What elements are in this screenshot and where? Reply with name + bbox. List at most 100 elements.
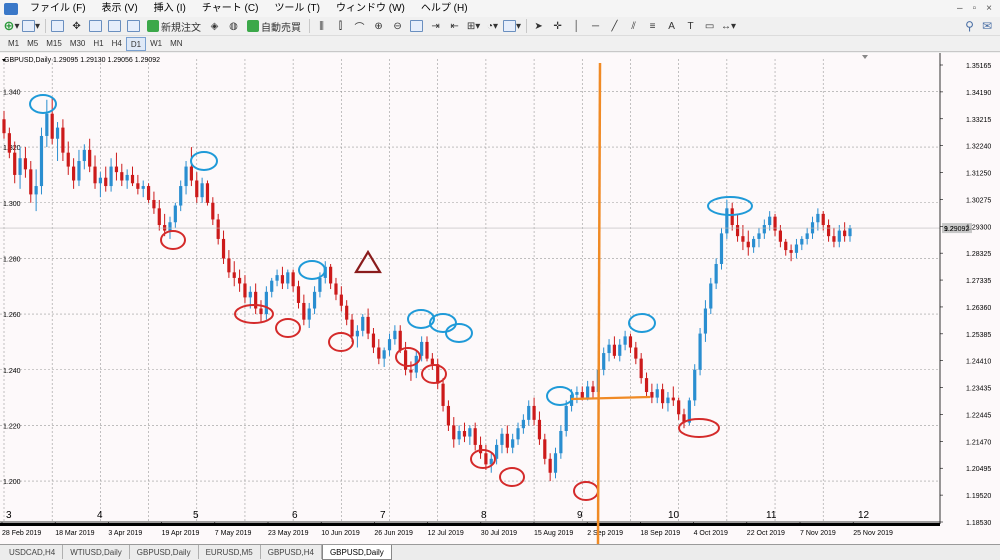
navigator-button[interactable]: ✥	[68, 18, 85, 35]
menu-file[interactable]: ファイル (F)	[22, 0, 94, 17]
line-chart-button[interactable]: ⌒	[351, 18, 368, 35]
candle-body	[334, 283, 338, 295]
wave-label: 12	[858, 510, 870, 521]
candle-body	[784, 241, 788, 251]
horizontal-line-button[interactable]: ─	[587, 18, 604, 35]
crosshair-button[interactable]: ✛	[549, 18, 566, 35]
market-watch-button[interactable]	[49, 18, 66, 35]
text-label-button[interactable]: T	[682, 18, 699, 35]
profiles-button[interactable]: ▾	[22, 18, 40, 35]
candle-body	[18, 158, 22, 175]
candle-body	[837, 230, 841, 242]
terminal-button[interactable]	[106, 18, 123, 35]
close-icon[interactable]: ×	[986, 3, 992, 14]
timeframe-w1[interactable]: W1	[146, 37, 166, 51]
candle-body	[307, 308, 311, 320]
menu-help[interactable]: ヘルプ (H)	[413, 0, 476, 17]
timeframe-h4[interactable]: H4	[108, 37, 126, 51]
minimize-icon[interactable]: –	[957, 3, 963, 14]
candle-body	[23, 158, 28, 170]
right-price-label: 1.18530	[966, 520, 991, 527]
candle-body	[82, 149, 86, 162]
candle-body	[136, 183, 140, 189]
zoom-out-button[interactable]: ⊖	[389, 18, 406, 35]
timeframe-d1[interactable]: D1	[125, 36, 147, 51]
timeframe-m5[interactable]: M5	[23, 37, 42, 51]
timeframe-mn[interactable]: MN	[166, 37, 186, 51]
cursor-button[interactable]: ➤	[530, 18, 547, 35]
candle-body	[270, 280, 274, 292]
auto-trade-button[interactable]: 自動売買	[244, 18, 304, 35]
candle-body	[821, 213, 825, 226]
candle-body	[559, 430, 563, 454]
timeframe-m1[interactable]: M1	[4, 37, 23, 51]
menu-insert[interactable]: 挿入 (I)	[146, 0, 194, 17]
candle-body	[248, 291, 252, 298]
candle-body	[527, 405, 531, 420]
arrows-button[interactable]: ↔ ▾	[720, 18, 737, 35]
auto-scroll-button[interactable]: ⇥	[427, 18, 444, 35]
vertical-line-button[interactable]: │	[568, 18, 585, 35]
left-price-label: 1.220	[3, 423, 21, 430]
chart-window[interactable]: 1.340 1.320 1.300 1.280 1.260 1.240 1.220 1.200…	[0, 53, 1000, 544]
auto-trade-icon	[247, 20, 260, 32]
candle-body	[462, 430, 467, 437]
tab-wtiusd-daily[interactable]: WTIUSD,Daily	[63, 545, 130, 559]
candle-body	[366, 316, 370, 334]
price-chart[interactable]: 1.340 1.320 1.300 1.280 1.260 1.240 1.220 1.200…	[0, 53, 1000, 544]
data-window-button[interactable]	[87, 18, 104, 35]
new-chart-button[interactable]: ⊕ ▾	[3, 18, 20, 35]
bar-chart-button[interactable]: ⫼	[313, 18, 330, 35]
periods-button[interactable]: ◔ ▾	[484, 18, 501, 35]
date-label: 18 Mar 2019	[55, 530, 94, 537]
clock-icon: ◔	[486, 20, 494, 32]
date-label: 7 Nov 2019	[800, 530, 836, 537]
menu-view[interactable]: 表示 (V)	[94, 0, 146, 17]
candle-body	[280, 275, 285, 284]
chart-shift-button[interactable]: ⇤	[446, 18, 463, 35]
candle-body	[832, 236, 836, 242]
tab-gbpusd-h4[interactable]: GBPUSD,H4	[261, 545, 322, 559]
templates-button[interactable]: ▾	[503, 18, 521, 35]
tab-usdcad-h4[interactable]: USDCAD,H4	[2, 545, 64, 559]
candle-body	[650, 392, 654, 398]
candle-body	[826, 225, 831, 237]
menu-chart[interactable]: チャート (C)	[194, 0, 267, 17]
metaeditor-button[interactable]: ◈	[206, 18, 223, 35]
tile-windows-icon	[410, 20, 424, 32]
signals-button[interactable]: ◍	[225, 18, 242, 35]
text-button[interactable]: A	[663, 18, 680, 35]
tab-gbpusd-daily-2[interactable]: GBPUSD,Daily	[130, 545, 199, 559]
left-price-label: 1.200	[3, 479, 21, 486]
tab-eurusd-m5[interactable]: EURUSD,M5	[199, 545, 261, 559]
timeframe-m15[interactable]: M15	[42, 37, 66, 51]
date-label: 15 Aug 2019	[534, 530, 573, 537]
candle-body	[398, 330, 402, 351]
trendline-button[interactable]: ╱	[606, 18, 623, 35]
left-price-label: 1.260	[3, 312, 21, 319]
menu-window[interactable]: ウィンドウ (W)	[328, 0, 413, 17]
chart-shift-icon: ⇤	[450, 20, 459, 32]
indicators-button[interactable]: ⊞ ▾	[465, 18, 482, 35]
candle-body	[7, 133, 11, 153]
candle-body	[291, 272, 295, 287]
restore-icon[interactable]: ▫	[973, 3, 977, 14]
candle-body	[548, 458, 552, 473]
menu-tools[interactable]: ツール (T)	[266, 0, 328, 17]
fibonacci-button[interactable]: ≡	[644, 18, 661, 35]
timeframe-h1[interactable]: H1	[89, 37, 107, 51]
line-chart-icon: ⌒	[354, 22, 365, 34]
shapes-button[interactable]: ▭	[701, 18, 718, 35]
candlestick-button[interactable]: ⫿	[332, 18, 349, 35]
timeframe-m30[interactable]: M30	[66, 37, 90, 51]
tile-windows-button[interactable]	[408, 18, 425, 35]
zoom-in-button[interactable]: ⊕	[370, 18, 387, 35]
tester-button[interactable]	[125, 18, 142, 35]
search-icon[interactable]: ⚲	[965, 19, 974, 33]
chat-icon[interactable]: ✉	[982, 19, 992, 33]
chart-background	[0, 53, 1000, 544]
equidistant-channel-button[interactable]: ⫽	[625, 18, 642, 35]
candle-body	[843, 230, 847, 237]
tab-gbpusd-daily[interactable]: GBPUSD,Daily	[321, 545, 392, 560]
new-order-button[interactable]: 新規注文	[144, 18, 204, 35]
